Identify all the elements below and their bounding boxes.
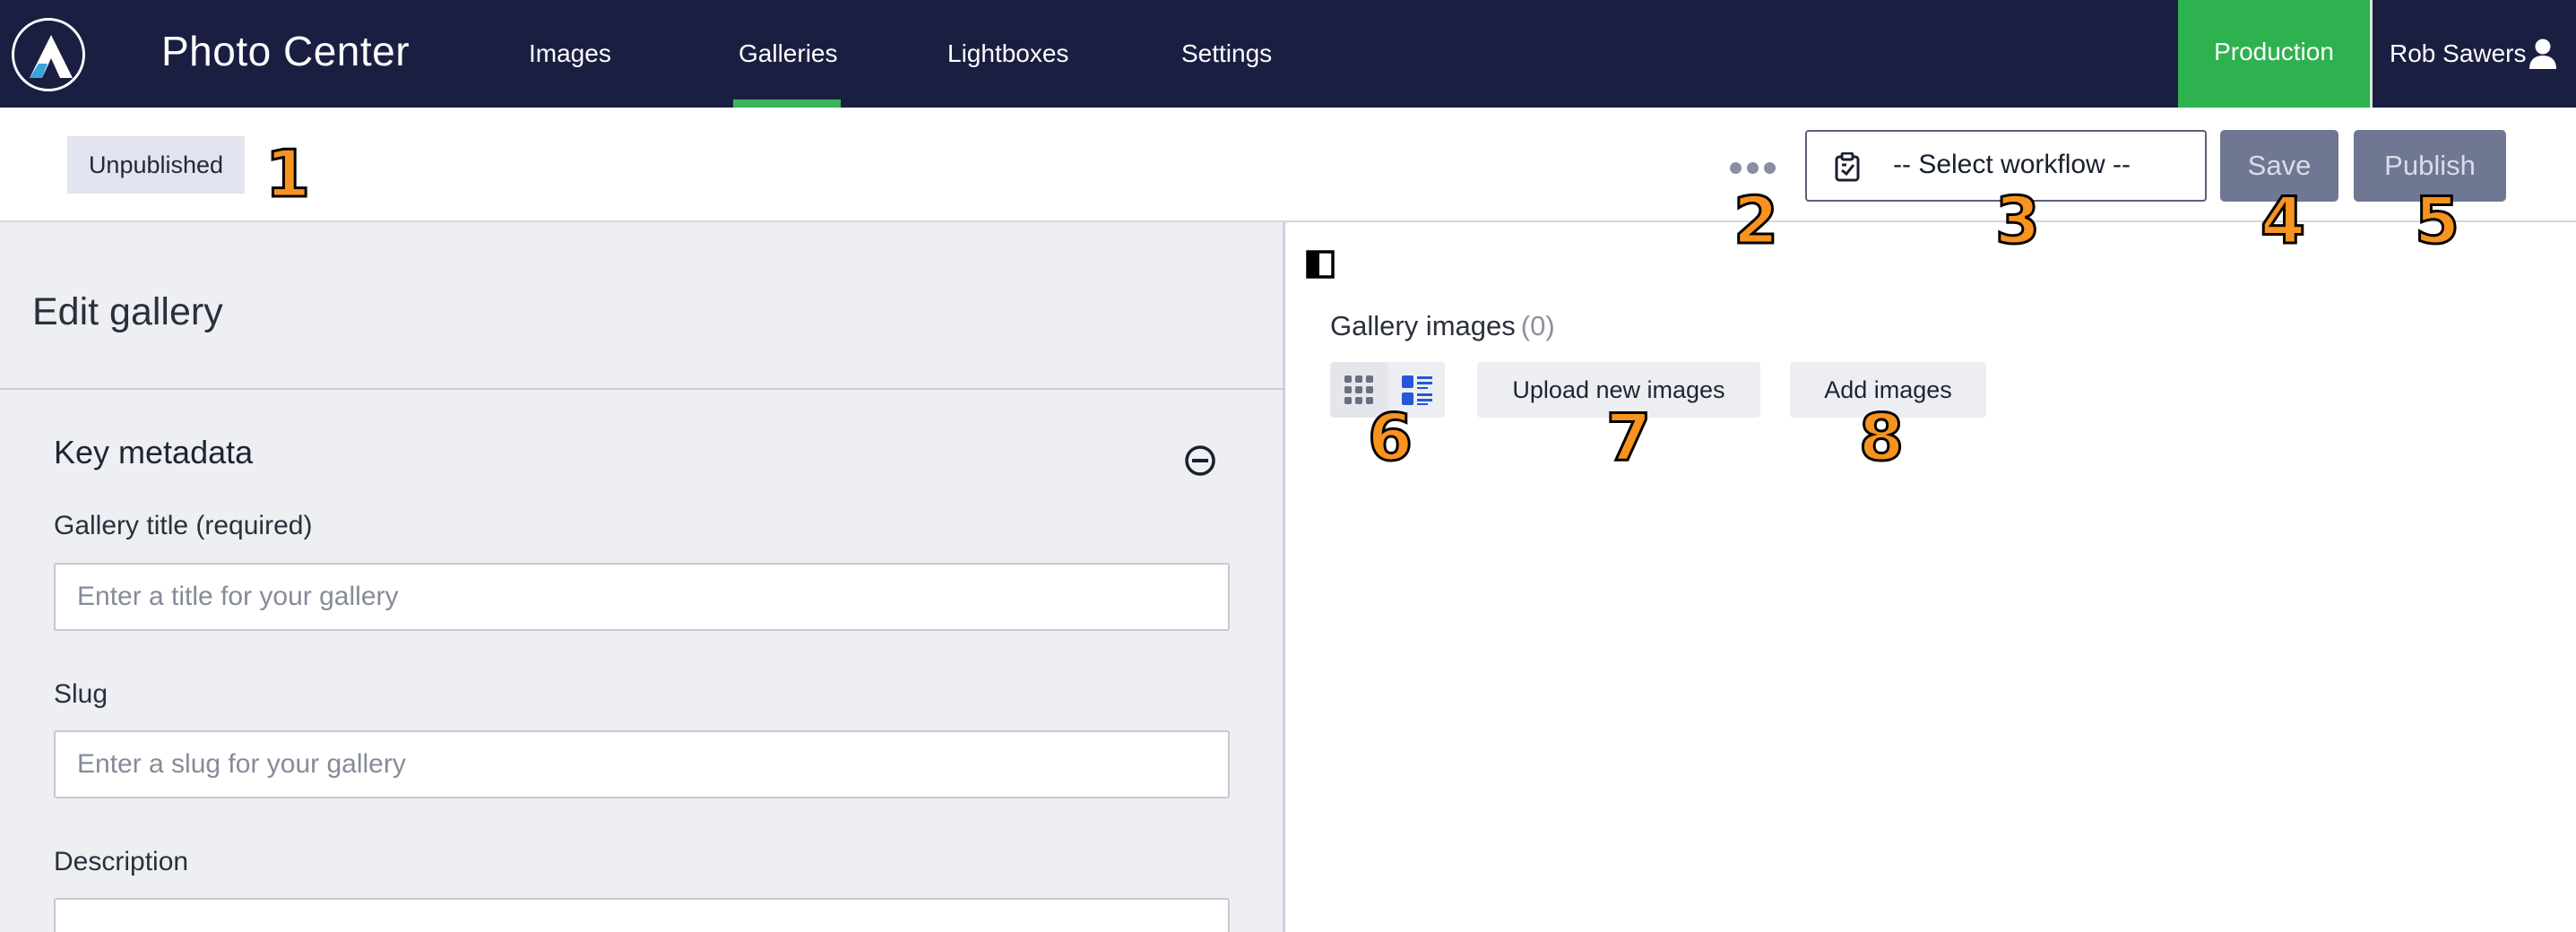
sidebar-toggle-icon[interactable] <box>1306 250 1335 279</box>
gallery-title-label: Gallery title (required) <box>54 511 313 540</box>
collapse-section-icon[interactable] <box>1184 444 1216 477</box>
action-toolbar: Unpublished -- Select workflow -- Save P… <box>0 108 2576 222</box>
nav-images[interactable]: Images <box>529 39 611 68</box>
ellipsis-icon <box>1747 162 1759 174</box>
nav-galleries[interactable]: Galleries <box>739 39 837 68</box>
key-metadata-heading: Key metadata <box>54 434 254 470</box>
section-divider <box>0 388 1285 390</box>
user-menu-name[interactable]: Rob Sawers <box>2390 39 2527 68</box>
annotation-marker-2: 2 <box>1732 183 1779 258</box>
annotation-marker-5: 5 <box>2413 183 2460 258</box>
clipboard-workflow-icon <box>1835 152 1860 182</box>
annotation-marker-8: 8 <box>1857 400 1905 475</box>
edit-gallery-panel: Edit gallery Key metadata Gallery title … <box>0 222 1285 932</box>
app-logo[interactable] <box>12 18 85 91</box>
environment-switcher[interactable]: Production <box>2178 0 2370 108</box>
ellipsis-icon <box>1764 162 1776 174</box>
nav-lightboxes[interactable]: Lightboxes <box>947 39 1068 68</box>
annotation-marker-1: 1 <box>264 136 311 211</box>
annotation-marker-4: 4 <box>2259 183 2306 258</box>
more-options-button[interactable] <box>1728 152 1778 179</box>
gallery-images-title: Gallery images <box>1330 310 1516 341</box>
annotation-marker-7: 7 <box>1604 400 1652 475</box>
annotation-marker-6: 6 <box>1366 400 1413 475</box>
workflow-select-label: -- Select workflow -- <box>1893 150 2131 179</box>
gallery-images-panel: Gallery images (0) Upload new images Add… <box>1288 222 2576 932</box>
description-label: Description <box>54 847 189 876</box>
ellipsis-icon <box>1730 162 1742 174</box>
description-input[interactable] <box>54 898 1230 932</box>
user-icon[interactable] <box>2528 38 2558 70</box>
page-title: Edit gallery <box>32 290 223 333</box>
nav-settings[interactable]: Settings <box>1181 39 1272 68</box>
logo-mark-icon <box>30 35 73 78</box>
annotation-marker-3: 3 <box>1993 183 2041 258</box>
gallery-title-input[interactable] <box>54 563 1230 631</box>
gallery-images-heading: Gallery images (0) <box>1330 310 1555 342</box>
top-navigation-bar: Photo Center Images Galleries Lightboxes… <box>0 0 2576 108</box>
gallery-image-count: (0) <box>1520 310 1555 341</box>
slug-label: Slug <box>54 679 108 709</box>
header-divider <box>2370 0 2373 108</box>
slug-input[interactable] <box>54 730 1230 798</box>
app-title: Photo Center <box>161 28 411 74</box>
active-nav-indicator <box>733 99 841 108</box>
status-badge: Unpublished <box>67 136 245 194</box>
